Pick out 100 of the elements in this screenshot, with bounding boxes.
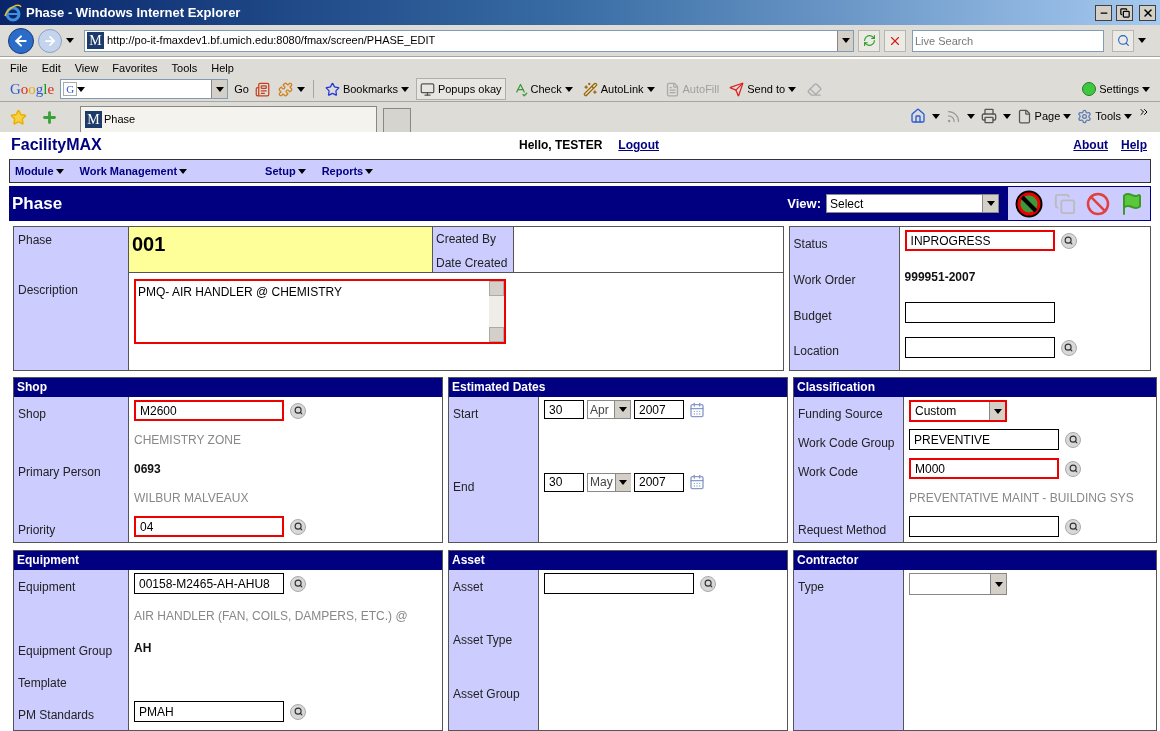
minimize-button[interactable] [1095,4,1112,21]
day-field[interactable]: 30 [544,400,584,419]
google-search-field[interactable]: G [60,79,229,99]
day-field[interactable]: 30 [544,472,584,492]
calendar-icon[interactable] [689,474,705,490]
text-field[interactable]: INPROGRESS [904,230,1055,251]
caret-icon [931,113,940,119]
year-field[interactable]: 2007 [634,472,684,492]
section-header: Equipment [14,551,442,570]
search-icon[interactable] [1060,339,1077,356]
nav-menu[interactable]: Work Management [79,162,188,180]
stop-button[interactable] [884,29,906,52]
description-field[interactable]: PMQ- AIR HANDLER @ CHEMISTRY [134,279,506,344]
restore-button[interactable] [1116,4,1133,21]
caret-icon [788,86,797,92]
section-header: Shop [14,378,442,397]
toolbar-button[interactable]: Popups okay [415,78,506,100]
toolbar-button[interactable]: AutoLink [579,78,658,100]
nav-menu[interactable]: Reports [321,162,374,180]
news-icon[interactable] [254,81,270,97]
search-icon[interactable] [700,575,716,592]
caret-icon [564,86,573,92]
caret-icon [618,407,627,412]
menu-item[interactable]: Edit [41,59,61,77]
page-title: Phase [12,192,64,215]
text-field[interactable]: 04 [134,516,284,537]
caret-icon [986,201,995,207]
toolbar-button[interactable]: Send to [726,78,800,100]
settings-button[interactable]: Settings [1082,80,1150,98]
field-label: Priority [18,523,56,537]
favorites-star-icon[interactable] [10,109,27,126]
go-button[interactable]: Go [232,80,251,98]
field-label: Description [18,282,80,299]
menu-item[interactable]: View [74,59,99,77]
refresh-button[interactable] [858,29,880,52]
field-label: Phase [18,232,54,249]
browser-tab[interactable]: M Phase [80,106,377,132]
calendar-icon[interactable] [689,401,705,418]
text-field[interactable]: PREVENTIVE [909,429,1059,450]
forward-arrow-icon [43,33,57,48]
command-button[interactable]: Page [1016,107,1072,125]
header-link[interactable]: About [1073,136,1108,155]
search-field[interactable]: Live Search [912,29,1104,52]
command-button[interactable]: Tools [1077,107,1132,125]
text-field[interactable]: PMAH [134,701,284,722]
site-icon: M [87,32,104,49]
search-icon[interactable] [1065,518,1081,535]
field-note: CHEMISTRY ZONE [134,432,241,449]
toolbar-button[interactable]: Check [509,78,576,100]
text-field[interactable] [904,337,1055,359]
search-icon[interactable] [290,575,306,592]
select-field[interactable]: Custom [909,400,1007,422]
menu-item[interactable]: Favorites [112,59,158,77]
search-icon[interactable] [1065,460,1081,477]
text-field[interactable] [909,516,1059,537]
field-label: Equipment Group [18,644,113,658]
search-button[interactable] [1112,29,1134,52]
toolbar-button[interactable]: Bookmarks [321,78,412,100]
field-label: Request Method [798,523,887,537]
search-icon[interactable] [290,402,306,419]
field-label: Shop [18,407,47,421]
month-select[interactable]: May [587,472,631,492]
google-logo: Google [10,79,55,99]
text-field[interactable] [904,301,1055,323]
more-icon[interactable] [1138,106,1150,118]
search-icon[interactable] [290,518,306,535]
search-icon[interactable] [1060,232,1077,249]
print-icon[interactable] [980,108,997,124]
month-select[interactable]: Apr [587,400,631,419]
section-header: Estimated Dates [449,378,787,397]
select-field[interactable] [909,573,1007,595]
text-field[interactable] [544,573,694,594]
view-select[interactable]: Select [826,194,999,214]
caret-icon [994,581,1003,587]
search-icon[interactable] [1065,431,1081,448]
cancel-icon[interactable] [1086,191,1110,216]
caret-icon [179,168,188,174]
popups-icon [419,81,435,97]
text-field[interactable]: M2600 [134,400,284,421]
home-icon[interactable] [909,108,926,124]
phase-number: 001 [132,233,166,255]
back-button[interactable] [8,27,34,54]
header-link[interactable]: Help [1121,136,1147,155]
close-button[interactable] [1139,4,1156,21]
text-field[interactable]: 00158-M2465-AH-AHU8 [134,573,284,594]
field-label: Primary Person [18,465,101,479]
address-field[interactable]: M http://po-it-fmaxdev1.bf.umich.edu:8080/fmax/screen/PHASE_EDIT [84,29,854,52]
view-label: View: [787,194,821,213]
scrollbar[interactable] [489,281,504,342]
menu-item[interactable]: Help [211,59,234,77]
search-icon[interactable] [290,703,306,720]
nav-menu[interactable]: Module [15,162,64,180]
menu-item[interactable]: File [10,59,28,77]
caret-icon [365,168,374,174]
logout-link[interactable]: Logout [618,136,659,155]
field-label: Asset Group [453,686,520,701]
menu-item[interactable]: Tools [171,59,198,77]
nav-menu[interactable]: Setup [265,162,306,180]
year-field[interactable]: 2007 [634,400,684,419]
text-field[interactable]: M000 [909,458,1059,479]
